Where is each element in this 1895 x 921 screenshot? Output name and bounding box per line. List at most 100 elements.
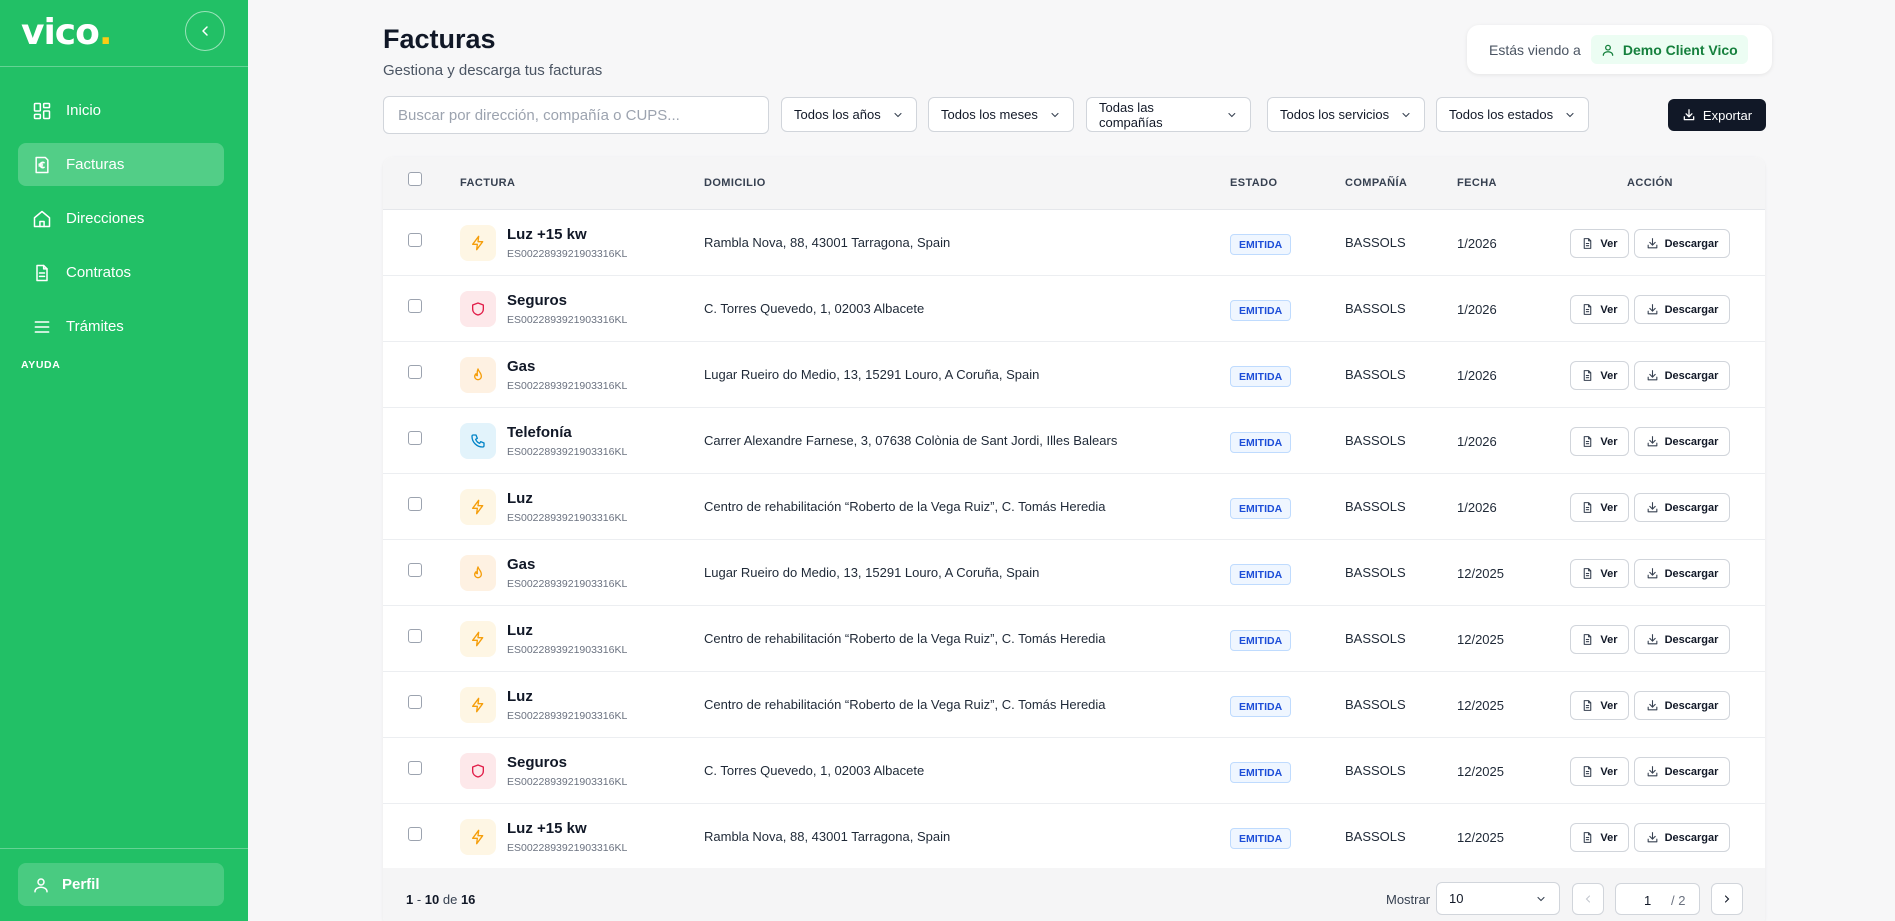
sidebar-item-inicio[interactable]: Inicio (18, 89, 224, 132)
download-button[interactable]: Descargar (1634, 295, 1730, 324)
download-button[interactable]: Descargar (1634, 823, 1730, 852)
collapse-sidebar-button[interactable] (185, 11, 225, 51)
vico-logo[interactable]: vico. (21, 12, 113, 53)
select-all-checkbox[interactable] (408, 172, 422, 186)
export-button[interactable]: Exportar (1668, 99, 1766, 131)
page-size-select[interactable]: 10 (1436, 882, 1560, 915)
viewing-client-card: Estás viendo a Demo Client Vico (1467, 25, 1772, 74)
view-button[interactable]: Ver (1570, 229, 1629, 258)
search-input[interactable] (383, 96, 769, 134)
invoice-date: 1/2026 (1457, 236, 1497, 251)
sidebar-item-direcciones[interactable]: Direcciones (18, 197, 224, 240)
year-filter-dropdown[interactable]: Todos los años (781, 97, 917, 132)
column-header-company[interactable]: COMPAÑÍA (1345, 177, 1407, 189)
company-filter-dropdown[interactable]: Todas las compañías (1086, 97, 1251, 132)
total-pages: / 2 (1671, 893, 1686, 908)
row-checkbox[interactable] (408, 827, 422, 841)
download-label: Descargar (1664, 369, 1719, 382)
download-label: Descargar (1664, 567, 1719, 580)
status-badge: EMITIDA (1230, 828, 1292, 849)
service-filter-dropdown[interactable]: Todos los servicios (1267, 97, 1425, 132)
download-icon (1647, 238, 1657, 249)
view-button[interactable]: Ver (1570, 625, 1629, 654)
download-button[interactable]: Descargar (1634, 427, 1730, 456)
row-checkbox[interactable] (408, 365, 422, 379)
row-checkbox[interactable] (408, 233, 422, 247)
lightning-icon (470, 235, 486, 251)
page-subtitle: Gestiona y descarga tus facturas (383, 62, 603, 79)
invoices-table: FACTURA DOMICILIO ESTADO COMPAÑÍA FECHA … (383, 157, 1765, 921)
view-button[interactable]: Ver (1570, 493, 1629, 522)
column-header-invoice[interactable]: FACTURA (460, 177, 515, 189)
download-button[interactable]: Descargar (1634, 493, 1730, 522)
sidebar-item-contratos[interactable]: Contratos (18, 251, 224, 294)
view-button[interactable]: Ver (1570, 559, 1629, 588)
view-label: Ver (1600, 369, 1618, 382)
lightning-icon (470, 829, 486, 845)
sidebar-item-tramites[interactable]: Trámites (18, 305, 224, 348)
company-name: BASSOLS (1345, 829, 1406, 844)
download-button[interactable]: Descargar (1634, 691, 1730, 720)
client-chip[interactable]: Demo Client Vico (1590, 35, 1748, 64)
view-button[interactable]: Ver (1570, 757, 1629, 786)
service-filter-label: Todos los servicios (1280, 107, 1390, 122)
profile-label: Perfil (62, 876, 100, 893)
download-label: Descargar (1664, 303, 1719, 316)
service-icon (460, 357, 496, 393)
table-row: Luz ES0022893921903316KL Centro de rehabil… (383, 606, 1765, 672)
status-badge: EMITIDA (1230, 432, 1292, 453)
service-name: Luz (507, 490, 533, 507)
column-header-date[interactable]: FECHA (1457, 177, 1497, 189)
view-button[interactable]: Ver (1570, 427, 1629, 456)
download-button[interactable]: Descargar (1634, 625, 1730, 654)
company-name: BASSOLS (1345, 763, 1406, 778)
row-checkbox[interactable] (408, 695, 422, 709)
download-icon (1683, 109, 1695, 121)
sidebar-item-facturas[interactable]: Facturas (18, 143, 224, 186)
view-button[interactable]: Ver (1570, 823, 1629, 852)
row-checkbox[interactable] (408, 563, 422, 577)
address: C. Torres Quevedo, 1, 02003 Albacete (704, 763, 925, 778)
table-header: FACTURA DOMICILIO ESTADO COMPAÑÍA FECHA … (383, 157, 1765, 210)
lightning-icon (470, 499, 486, 515)
view-label: Ver (1600, 435, 1618, 448)
download-icon (1647, 766, 1657, 777)
service-name: Gas (507, 556, 536, 573)
view-button[interactable]: Ver (1570, 295, 1629, 324)
previous-page-button[interactable] (1572, 883, 1604, 915)
client-name: Demo Client Vico (1622, 41, 1738, 58)
view-label: Ver (1600, 237, 1618, 250)
row-checkbox[interactable] (408, 431, 422, 445)
service-name: Luz +15 kw (507, 820, 587, 837)
next-page-button[interactable] (1711, 883, 1743, 915)
cups-code: ES0022893921903316KL (507, 446, 628, 458)
status-badge: EMITIDA (1230, 300, 1292, 321)
download-button[interactable]: Descargar (1634, 757, 1730, 786)
status-badge: EMITIDA (1230, 234, 1292, 255)
month-filter-dropdown[interactable]: Todos los meses (928, 97, 1074, 132)
row-checkbox[interactable] (408, 299, 422, 313)
results-range: 1 - 10 de 16 (406, 892, 476, 907)
column-header-address[interactable]: DOMICILIO (704, 177, 766, 189)
table-row: Gas ES0022893921903316KL Lugar Rueiro do M… (383, 342, 1765, 408)
view-button[interactable]: Ver (1570, 361, 1629, 390)
service-icon (460, 753, 496, 789)
download-icon (1647, 634, 1657, 645)
document-icon (1584, 700, 1592, 711)
profile-button[interactable]: Perfil (18, 863, 224, 906)
document-icon (1584, 370, 1592, 381)
row-checkbox[interactable] (408, 497, 422, 511)
download-label: Descargar (1664, 435, 1719, 448)
status-filter-dropdown[interactable]: Todos los estados (1436, 97, 1589, 132)
download-icon (1647, 304, 1657, 315)
download-button[interactable]: Descargar (1634, 229, 1730, 258)
download-button[interactable]: Descargar (1634, 361, 1730, 390)
column-header-status[interactable]: ESTADO (1230, 177, 1277, 189)
document-icon (36, 264, 48, 281)
row-checkbox[interactable] (408, 629, 422, 643)
row-checkbox[interactable] (408, 761, 422, 775)
view-button[interactable]: Ver (1570, 691, 1629, 720)
download-button[interactable]: Descargar (1634, 559, 1730, 588)
address: C. Torres Quevedo, 1, 02003 Albacete (704, 301, 925, 316)
page-number-input[interactable]: 1 / 2 (1615, 883, 1700, 915)
